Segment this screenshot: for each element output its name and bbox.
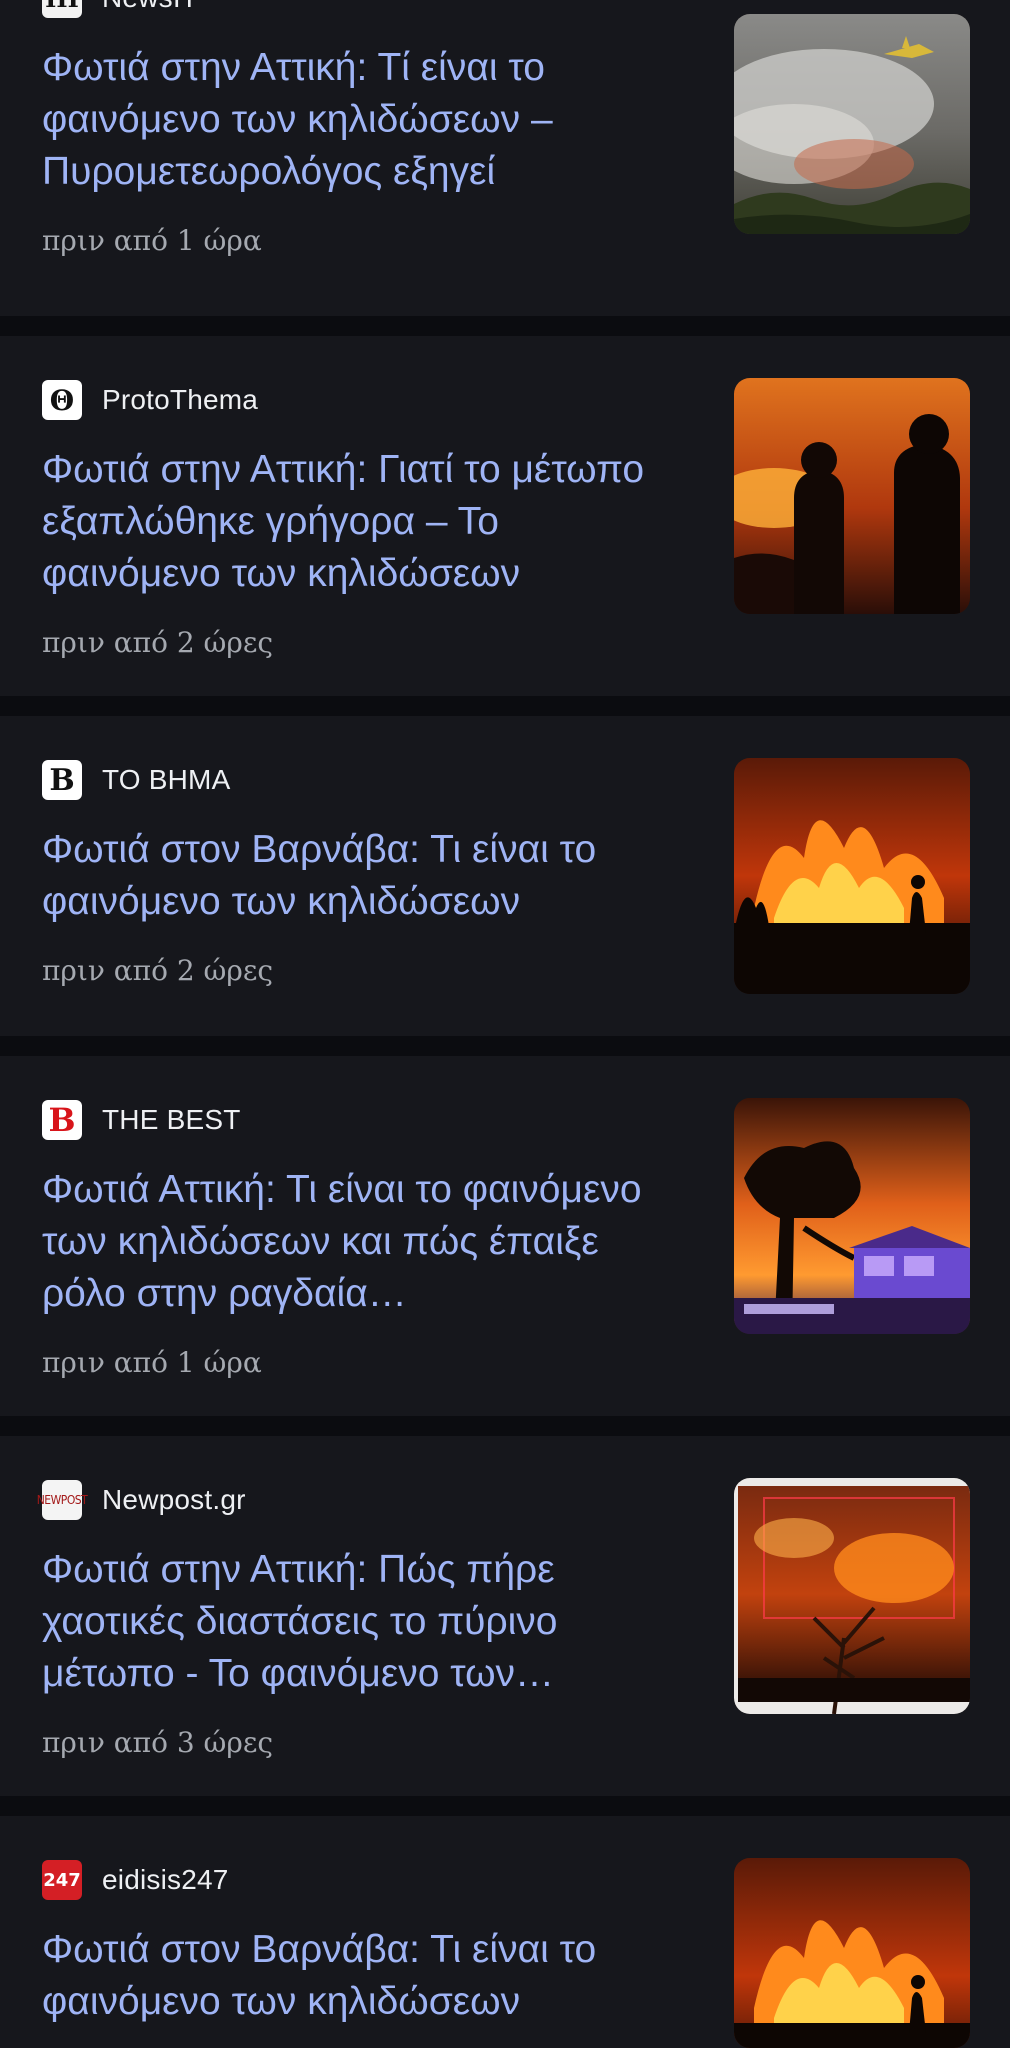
source-row: 247 eidisis247 [42, 1860, 682, 1900]
source-row: B THE BEST [42, 1100, 682, 1140]
timestamp: πριν από 1 ώρα [42, 224, 262, 257]
headline-link[interactable]: Φωτιά στον Βαρνάβα: Τι είναι το φαινόμεν… [42, 824, 682, 928]
source-row: III NewsIT [42, 0, 682, 18]
headline-link[interactable]: Φωτιά στην Αττική: Πώς πήρε χαοτικές δια… [42, 1544, 682, 1700]
headline-link[interactable]: Φωτιά στην Αττική: Τί είναι το φαινόμενο… [42, 42, 682, 198]
wildfire-flames-image[interactable] [734, 758, 970, 994]
source-name: eidisis247 [102, 1864, 229, 1895]
news-card[interactable]: B ΤΟ ΒΗΜΑ Φωτιά στον Βαρνάβα: Τι είναι τ… [0, 716, 1010, 1036]
burning-tree-house-image[interactable] [734, 1098, 970, 1334]
timestamp: πριν από 3 ώρες [42, 1726, 274, 1759]
news-card[interactable]: 247 eidisis247 Φωτιά στον Βαρνάβα: Τι εί… [0, 1816, 1010, 2048]
source-row: B ΤΟ ΒΗΜΑ [42, 760, 682, 800]
newsit-logo-icon: III [42, 0, 82, 18]
headline-link[interactable]: Φωτιά Αττική: Τι είναι το φαινόμενο των … [42, 1164, 682, 1320]
news-card[interactable]: III NewsIT Φωτιά στην Αττική: Τί είναι τ… [0, 0, 1010, 316]
tovima-logo-icon: B [42, 760, 82, 800]
timestamp: πριν από 2 ώρες [42, 626, 274, 659]
source-name: ProtoThema [102, 384, 259, 415]
protothema-logo-icon: Θ [42, 380, 82, 420]
source-name: NewsIT [102, 0, 198, 14]
news-feed: III NewsIT Φωτιά στην Αττική: Τί είναι τ… [0, 0, 1010, 2048]
headline-link[interactable]: Φωτιά στην Αττική: Γιατί το μέτωπο εξαπλ… [42, 444, 682, 600]
source-row: Θ ProtoThema [42, 380, 682, 420]
source-name: ΤΟ ΒΗΜΑ [102, 764, 231, 795]
forest-fire-night-image[interactable] [734, 1478, 970, 1714]
timestamp: πριν από 1 ώρα [42, 1346, 262, 1379]
newpost-logo-icon: NEWPOST [37, 1480, 88, 1520]
news-card[interactable]: B THE BEST Φωτιά Αττική: Τι είναι το φαι… [0, 1056, 1010, 1416]
firefighting-plane-smoke-image[interactable] [734, 14, 970, 234]
thebest-logo-icon: B [42, 1100, 82, 1140]
source-name: Newpost.gr [102, 1484, 246, 1515]
timestamp: πριν από 2 ώρες [42, 954, 274, 987]
news-card[interactable]: Θ ProtoThema Φωτιά στην Αττική: Γιατί το… [0, 336, 1010, 696]
source-name: THE BEST [102, 1104, 241, 1135]
firefighters-silhouette-image[interactable] [734, 378, 970, 614]
eidisis247-logo-icon: 247 [42, 1860, 82, 1900]
headline-link[interactable]: Φωτιά στον Βαρνάβα: Τι είναι το φαινόμεν… [42, 1924, 682, 2028]
wildfire-flames-image[interactable] [734, 1858, 970, 2048]
news-card[interactable]: NEWPOST Newpost.gr Φωτιά στην Αττική: Πώ… [0, 1436, 1010, 1796]
source-row: NEWPOST Newpost.gr [37, 1480, 682, 1520]
